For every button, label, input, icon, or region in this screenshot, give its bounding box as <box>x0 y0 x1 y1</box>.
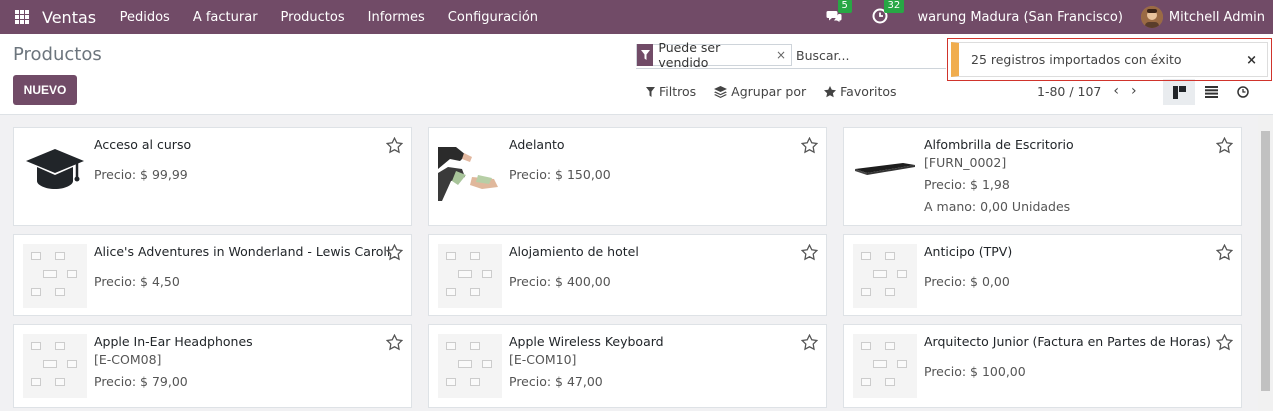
messages-badge: 5 <box>837 0 852 13</box>
product-name: Acceso al curso <box>94 137 192 152</box>
product-name: Anticipo (TPV) <box>924 244 1013 259</box>
product-card[interactable]: Apple In-Ear Headphones [E-COM08] Precio… <box>13 324 412 408</box>
desk-pad-photo <box>853 137 917 201</box>
company-switcher[interactable]: warung Madura (San Francisco) <box>918 10 1123 25</box>
main-menu: Pedidos A facturar Productos Informes Co… <box>108 10 549 25</box>
pager-value[interactable]: 1-80 / 107 <box>1037 84 1101 99</box>
product-card[interactable]: Adelanto Precio: $ 150,00 <box>428 127 827 226</box>
page-title: Productos <box>13 44 102 65</box>
favorite-star-icon[interactable] <box>385 136 404 158</box>
activities-clock-icon[interactable]: 32 <box>872 0 905 26</box>
product-price: Precio: $ 1,98 <box>924 177 1010 192</box>
favorite-star-icon[interactable] <box>385 243 404 265</box>
notification-toast: 25 registros importados con éxito × <box>947 38 1272 81</box>
app-name[interactable]: Ventas <box>42 8 96 27</box>
product-card[interactable]: Apple Wireless Keyboard [E-COM10] Precio… <box>428 324 827 408</box>
view-switcher <box>1163 79 1259 105</box>
new-button[interactable]: NUEVO <box>13 75 77 105</box>
menu-item-productos[interactable]: Productos <box>281 10 345 25</box>
pager: 1-80 / 107 ‹ › <box>1037 83 1137 99</box>
placeholder-icon <box>853 334 917 398</box>
placeholder-icon <box>438 244 502 308</box>
menu-item-informes[interactable]: Informes <box>368 10 425 25</box>
product-on-hand: A mano: 0,00 Unidades <box>924 199 1071 214</box>
product-name: Apple Wireless Keyboard <box>509 334 664 349</box>
product-name: Alfombrilla de Escritorio <box>924 137 1074 152</box>
favorite-star-icon[interactable] <box>385 333 404 355</box>
product-price: Precio: $ 150,00 <box>509 167 611 182</box>
kanban-view-icon[interactable] <box>1163 79 1195 105</box>
product-card[interactable]: Anticipo (TPV) Precio: $ 0,00 <box>843 234 1242 316</box>
product-reference: [FURN_0002] <box>924 155 1007 170</box>
product-price: Precio: $ 100,00 <box>924 364 1026 379</box>
search-input[interactable] <box>796 47 946 63</box>
user-menu[interactable]: Mitchell Admin <box>1169 10 1265 25</box>
scrollbar-thumb[interactable] <box>1261 131 1270 391</box>
favorite-star-icon[interactable] <box>800 136 819 158</box>
menu-item-configuracion[interactable]: Configuración <box>448 10 538 25</box>
product-name: Alojamiento de hotel <box>509 244 639 259</box>
favorite-star-icon[interactable] <box>800 243 819 265</box>
facet-label: Puede ser vendido <box>658 40 721 70</box>
money-hands-photo <box>438 137 502 201</box>
search-facet: Puede ser vendido × <box>636 40 792 70</box>
layers-icon <box>714 85 728 98</box>
menu-item-a-facturar[interactable]: A facturar <box>193 10 258 25</box>
group-by-label: Agrupar por <box>731 84 807 99</box>
vertical-scrollbar[interactable] <box>1258 115 1273 411</box>
product-reference: [E-COM10] <box>509 352 577 367</box>
placeholder-icon <box>438 334 502 398</box>
product-card[interactable]: Arquitecto Junior (Factura en Partes de … <box>843 324 1242 408</box>
filter-icon <box>646 86 655 97</box>
user-avatar[interactable] <box>1140 6 1163 28</box>
favorite-star-icon[interactable] <box>1215 333 1234 355</box>
product-card[interactable]: Alice's Adventures in Wonderland - Lewis… <box>13 234 412 316</box>
pager-prev-icon[interactable]: ‹ <box>1113 83 1119 99</box>
filters-label: Filtros <box>659 84 697 99</box>
group-by-button[interactable]: Agrupar por <box>714 84 806 99</box>
toast-close-icon[interactable]: × <box>1246 53 1257 68</box>
product-name: Alice's Adventures in Wonderland - Lewis… <box>94 244 391 259</box>
facet-remove-icon[interactable]: × <box>776 48 791 62</box>
graduation-cap-icon <box>23 137 87 201</box>
pager-next-icon[interactable]: › <box>1131 83 1137 99</box>
placeholder-icon <box>853 244 917 308</box>
search-bar: Puede ser vendido × <box>636 40 946 70</box>
menu-item-pedidos[interactable]: Pedidos <box>120 10 170 25</box>
product-price: Precio: $ 79,00 <box>94 374 188 389</box>
product-price: Precio: $ 47,00 <box>509 374 603 389</box>
toast-message: 25 registros importados con éxito <box>971 52 1182 67</box>
product-card[interactable]: Acceso al curso Precio: $ 99,99 <box>13 127 412 226</box>
favorite-star-icon[interactable] <box>1215 243 1234 265</box>
top-navbar: Ventas Pedidos A facturar Productos Info… <box>0 0 1273 34</box>
product-name: Adelanto <box>509 137 565 152</box>
placeholder-icon <box>23 244 87 308</box>
activities-badge: 32 <box>883 0 905 13</box>
product-name: Arquitecto Junior (Factura en Partes de … <box>924 334 1211 349</box>
activity-view-icon[interactable] <box>1227 79 1259 105</box>
product-price: Precio: $ 400,00 <box>509 274 611 289</box>
apps-menu-icon[interactable] <box>15 10 29 24</box>
kanban-view: Acceso al curso Precio: $ 99,99 Adelanto… <box>0 115 1258 411</box>
filter-icon <box>637 44 654 66</box>
messages-icon[interactable]: 5 <box>826 0 852 26</box>
placeholder-icon <box>23 334 87 398</box>
product-card[interactable]: Alojamiento de hotel Precio: $ 400,00 <box>428 234 827 316</box>
product-price: Precio: $ 0,00 <box>924 274 1010 289</box>
product-reference: [E-COM08] <box>94 352 162 367</box>
product-card[interactable]: Alfombrilla de Escritorio [FURN_0002] Pr… <box>843 127 1242 226</box>
list-view-icon[interactable] <box>1195 79 1227 105</box>
star-icon <box>824 85 837 97</box>
product-price: Precio: $ 4,50 <box>94 274 180 289</box>
favorites-button[interactable]: Favoritos <box>824 84 897 99</box>
product-price: Precio: $ 99,99 <box>94 167 188 182</box>
favorite-star-icon[interactable] <box>800 333 819 355</box>
favorites-label: Favoritos <box>840 84 897 99</box>
filters-button[interactable]: Filtros <box>646 84 696 99</box>
favorite-star-icon[interactable] <box>1215 136 1234 158</box>
product-name: Apple In-Ear Headphones <box>94 334 253 349</box>
